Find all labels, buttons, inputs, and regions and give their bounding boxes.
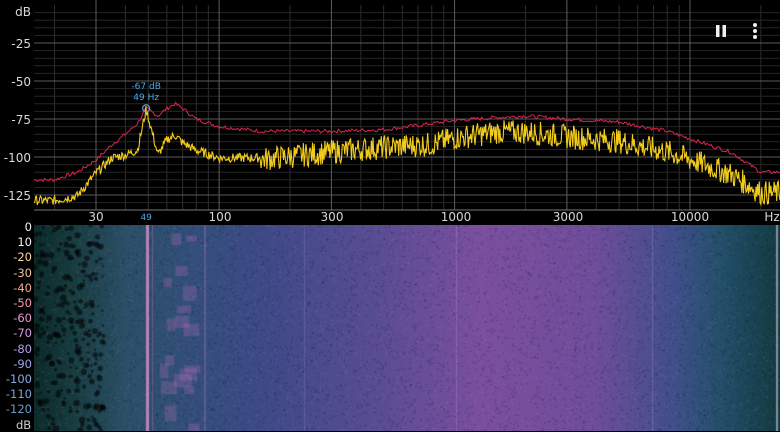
spectrum-analyzer-app: -67 dB 49 Hz 49 dB -25 -50 -75 -100 -125… <box>0 0 780 432</box>
spectrogram-y-tick-label: -50 <box>13 296 32 310</box>
peak-hz-label: 49 Hz <box>133 93 159 103</box>
overflow-menu-button[interactable] <box>744 20 766 42</box>
x-tick-label: 300 <box>321 210 344 224</box>
spectrogram-y-tick-label: -110 <box>5 387 32 402</box>
y-tick-label: -75 <box>11 113 31 127</box>
spectrogram-waterfall <box>34 225 780 431</box>
spectrogram-y-tick-label: -30 <box>13 265 32 280</box>
x-tick-label: 100 <box>209 210 232 224</box>
spectrogram-y-tick-label: -90 <box>13 356 32 371</box>
y-axis-labels: dB -25 -50 -75 -100 -125 <box>4 5 31 203</box>
y-tick-label: -50 <box>11 75 31 89</box>
spectrogram-y-tick-label: -100 <box>5 372 32 386</box>
y-tick-label: -25 <box>11 37 31 51</box>
x-unit-label: Hz <box>764 210 779 224</box>
x-tick-label: 3000 <box>553 210 584 224</box>
pause-icon <box>716 25 726 37</box>
pause-button[interactable] <box>710 20 732 42</box>
spectrogram-unit-label: dB <box>16 418 32 432</box>
spectrogram-y-tick-label: -20 <box>13 250 32 265</box>
spectrum-plot: -67 dB 49 Hz 49 dB -25 -50 -75 -100 -125… <box>4 0 780 224</box>
y-tick-label: -125 <box>4 189 31 203</box>
spectrogram-y-tick-label: -60 <box>13 311 32 326</box>
x-tick-label: 30 <box>88 210 103 224</box>
x-axis-labels: 30 100 300 1000 3000 10000 Hz <box>88 210 779 224</box>
series-layer <box>33 101 780 207</box>
current-spectrum-line <box>33 106 780 207</box>
peak-axis-marker: 49 <box>140 213 152 223</box>
spectrogram-y-tick-label: -40 <box>13 280 32 295</box>
spectrogram-y-tick-label: 10 <box>17 235 32 250</box>
y-unit-label: dB <box>15 5 31 19</box>
peak-db-label: -67 dB <box>131 82 160 92</box>
x-tick-label: 1000 <box>441 210 472 224</box>
y-tick-label: -100 <box>4 151 31 165</box>
more-vert-icon <box>753 23 757 39</box>
x-tick-label: 10000 <box>671 210 709 224</box>
spectrogram-y-tick-label: 0 <box>24 220 32 234</box>
spectrogram-y-tick-label: -70 <box>13 326 32 341</box>
spectrogram-y-tick-label: -80 <box>13 341 32 356</box>
spectrogram-y-tick-label: -120 <box>5 402 32 417</box>
